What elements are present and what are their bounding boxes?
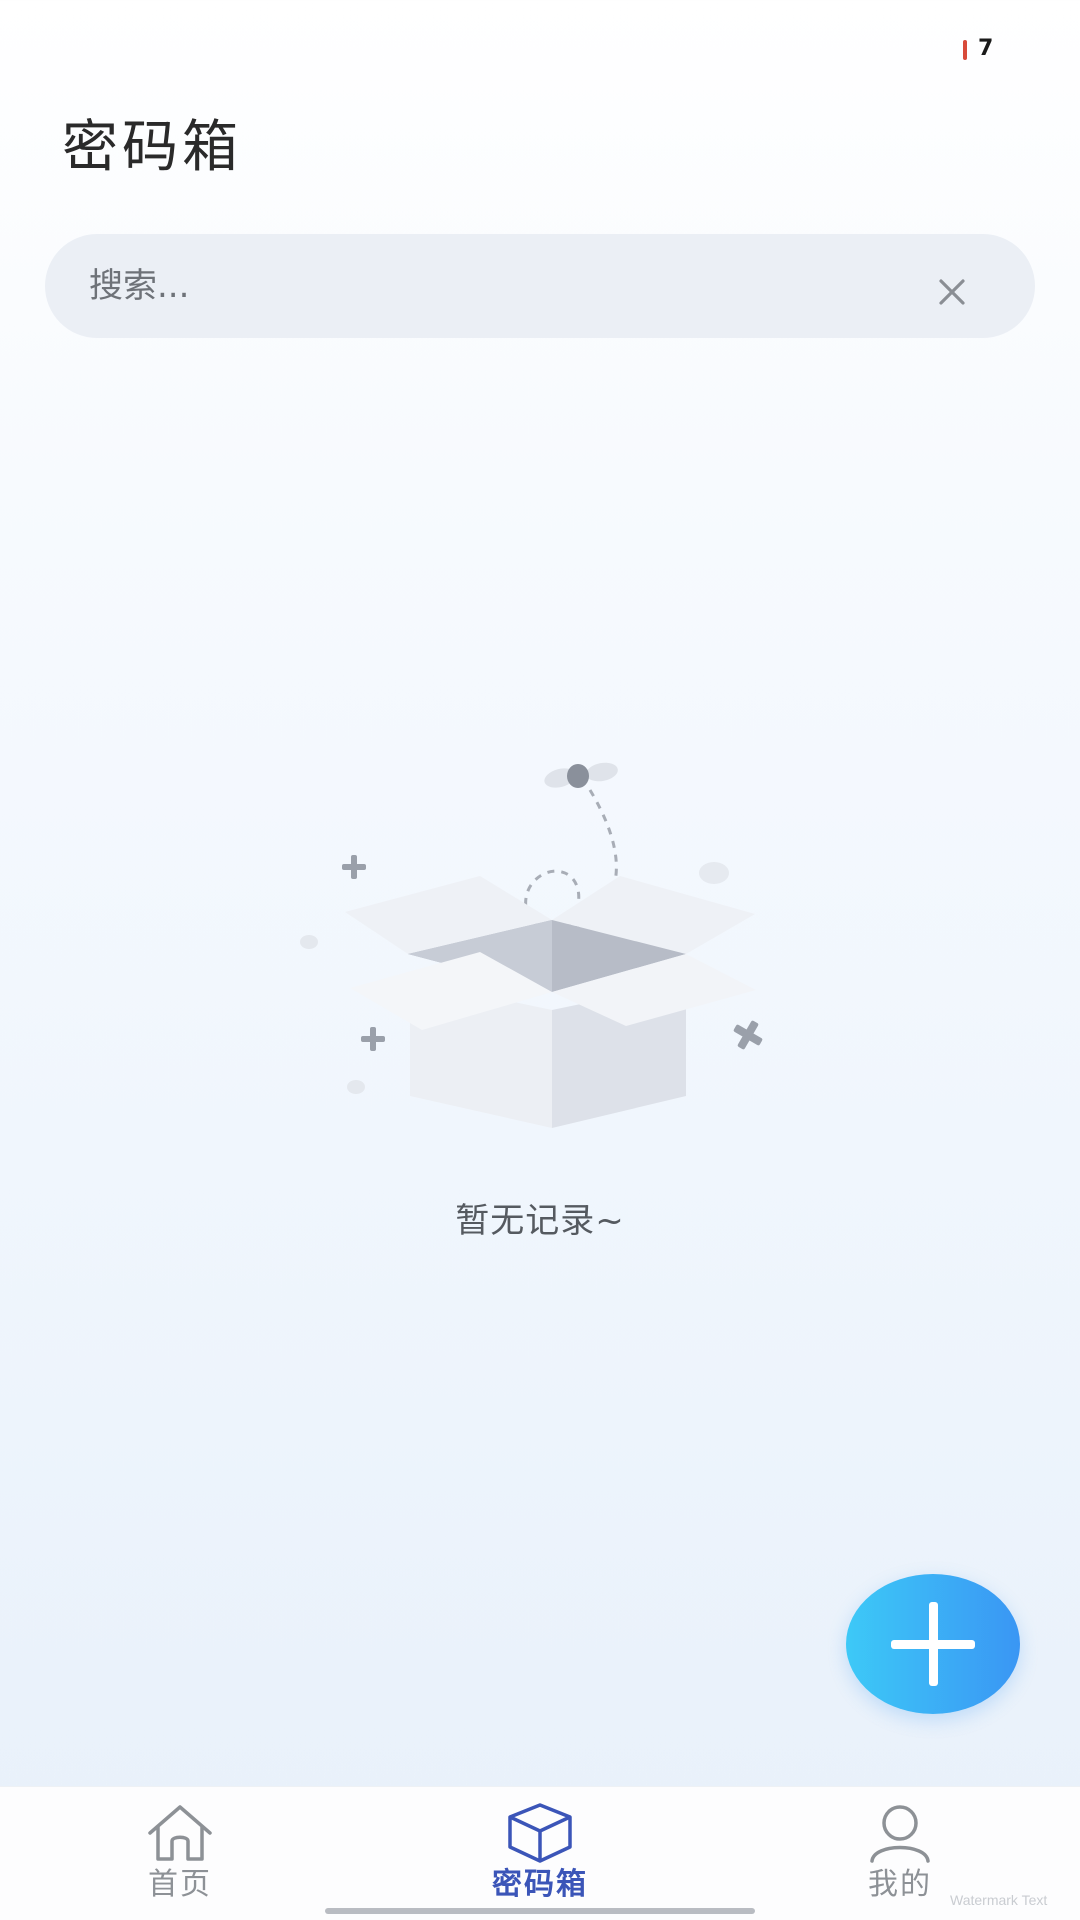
page-title: 密码箱	[62, 115, 242, 180]
user-icon	[870, 1805, 930, 1863]
empty-box-illustration	[300, 762, 763, 1128]
status-bar: 7	[0, 0, 1080, 80]
tab-home[interactable]: 首页	[80, 1787, 280, 1920]
cross-decoration-icon	[733, 1020, 763, 1050]
clear-icon[interactable]	[932, 272, 972, 312]
box-icon	[508, 1803, 572, 1863]
add-record-button[interactable]	[846, 1574, 1020, 1714]
empty-state-message: 暂无记录~	[455, 1201, 625, 1241]
search-input[interactable]	[89, 234, 909, 338]
tab-vault[interactable]: 密码箱	[440, 1787, 640, 1920]
tab-vault-label: 密码箱	[492, 1867, 588, 1902]
search-bar[interactable]	[45, 234, 1035, 338]
home-icon	[148, 1805, 212, 1861]
plus-icon	[891, 1602, 975, 1686]
watermark: Watermark Text	[950, 1892, 1048, 1908]
home-indicator[interactable]	[325, 1908, 755, 1914]
tab-home-label: 首页	[148, 1867, 212, 1902]
plus-decoration-icon	[342, 855, 366, 879]
battery-level: 7	[978, 36, 994, 61]
bottom-tab-bar: 首页 密码箱 我的	[0, 1786, 1080, 1920]
status-indicator	[963, 40, 967, 60]
plus-decoration-icon	[361, 1027, 385, 1051]
